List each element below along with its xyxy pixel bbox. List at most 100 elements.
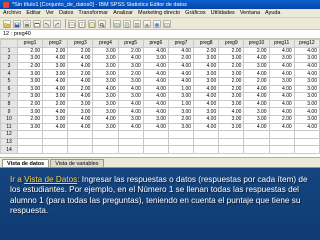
data-cell[interactable]: 2.00 bbox=[218, 76, 245, 86]
variables-button[interactable] bbox=[88, 19, 96, 28]
data-cell[interactable]: 4.00 bbox=[142, 92, 169, 101]
data-cell[interactable]: 4.00 bbox=[293, 122, 320, 132]
data-cell[interactable]: 3.00 bbox=[218, 122, 245, 132]
data-cell[interactable] bbox=[243, 130, 270, 139]
row-number[interactable]: 11 bbox=[0, 122, 18, 132]
data-cell[interactable]: 4.00 bbox=[42, 76, 69, 86]
data-cell[interactable]: 3.00 bbox=[117, 92, 144, 101]
data-cell[interactable] bbox=[42, 137, 69, 147]
data-cell[interactable]: 3.00 bbox=[218, 69, 245, 78]
undo-button[interactable] bbox=[43, 19, 51, 28]
data-cell[interactable]: 4.00 bbox=[117, 84, 144, 94]
data-cell[interactable]: 3.00 bbox=[117, 61, 144, 71]
data-cell[interactable]: 3.00 bbox=[42, 114, 69, 124]
data-cell[interactable]: 4.00 bbox=[268, 69, 295, 78]
column-header[interactable]: preg10 bbox=[243, 39, 270, 48]
data-cell[interactable]: 2.00 bbox=[218, 84, 245, 94]
row-number[interactable]: 2 bbox=[0, 54, 18, 63]
data-cell[interactable] bbox=[67, 145, 94, 154]
data-cell[interactable]: 4.00 bbox=[142, 122, 169, 132]
data-cell[interactable]: 4.00 bbox=[293, 61, 320, 71]
data-cell[interactable]: 2.00 bbox=[16, 99, 44, 109]
data-cell[interactable] bbox=[16, 145, 44, 154]
data-cell[interactable] bbox=[243, 137, 270, 147]
data-cell[interactable]: 3.00 bbox=[218, 92, 245, 101]
data-cell[interactable]: 4.00 bbox=[167, 61, 195, 71]
data-cell[interactable]: 2.00 bbox=[42, 46, 69, 56]
data-cell[interactable]: 4.00 bbox=[67, 76, 94, 86]
data-cell[interactable]: 3.00 bbox=[92, 46, 119, 56]
data-cell[interactable]: 4.00 bbox=[293, 46, 320, 56]
data-cell[interactable]: 3.00 bbox=[268, 54, 295, 63]
column-header[interactable]: preg2 bbox=[42, 39, 69, 48]
data-cell[interactable] bbox=[92, 137, 119, 147]
data-cell[interactable]: 2.00 bbox=[117, 46, 144, 56]
data-cell[interactable]: 3.00 bbox=[42, 69, 69, 78]
data-cell[interactable]: 4.00 bbox=[67, 61, 94, 71]
data-cell[interactable]: 4.00 bbox=[167, 46, 195, 56]
data-cell[interactable] bbox=[42, 145, 69, 154]
data-cell[interactable]: 4.00 bbox=[142, 61, 169, 71]
menu-item[interactable]: Ventana bbox=[240, 10, 260, 16]
data-cell[interactable]: 4.00 bbox=[42, 107, 69, 116]
redo-button[interactable] bbox=[53, 19, 61, 28]
data-cell[interactable]: 3.00 bbox=[42, 92, 69, 101]
data-cell[interactable]: 3.00 bbox=[193, 76, 220, 86]
data-cell[interactable] bbox=[193, 145, 220, 154]
data-cell[interactable]: 3.00 bbox=[193, 54, 220, 63]
data-cell[interactable]: 3.00 bbox=[167, 107, 195, 116]
column-header[interactable]: preg9 bbox=[218, 39, 245, 48]
data-cell[interactable]: 3.00 bbox=[293, 76, 320, 86]
row-number[interactable]: 10 bbox=[0, 114, 18, 124]
row-number[interactable]: 3 bbox=[0, 61, 18, 71]
data-cell[interactable]: 4.00 bbox=[268, 46, 295, 56]
data-cell[interactable] bbox=[142, 145, 169, 154]
data-cell[interactable]: 2.00 bbox=[16, 61, 44, 71]
menu-item[interactable]: Gráficos bbox=[185, 10, 205, 16]
data-cell[interactable]: 3.00 bbox=[243, 61, 270, 71]
data-cell[interactable]: 3.00 bbox=[92, 61, 119, 71]
data-cell[interactable]: 4.00 bbox=[67, 92, 94, 101]
data-cell[interactable]: 3.00 bbox=[16, 107, 44, 116]
save-button[interactable] bbox=[13, 19, 21, 28]
data-cell[interactable]: 4.00 bbox=[167, 76, 195, 86]
data-cell[interactable] bbox=[293, 137, 320, 147]
data-cell[interactable] bbox=[117, 130, 144, 139]
data-cell[interactable]: 3.00 bbox=[243, 114, 270, 124]
row-number[interactable]: 7 bbox=[0, 92, 18, 101]
data-cell[interactable]: 4.00 bbox=[243, 84, 270, 94]
data-cell[interactable]: 2.00 bbox=[268, 114, 295, 124]
data-cell[interactable]: 4.00 bbox=[42, 54, 69, 63]
data-cell[interactable]: 3.00 bbox=[67, 107, 94, 116]
data-cell[interactable]: 4.00 bbox=[268, 99, 295, 109]
data-cell[interactable]: 3.00 bbox=[67, 99, 94, 109]
data-cell[interactable] bbox=[67, 130, 94, 139]
row-number[interactable]: 14 bbox=[0, 145, 18, 154]
data-cell[interactable]: 3.00 bbox=[92, 76, 119, 86]
data-cell[interactable]: 4.00 bbox=[193, 99, 220, 109]
row-number[interactable]: 8 bbox=[0, 99, 18, 109]
data-cell[interactable]: 3.00 bbox=[92, 92, 119, 101]
row-number[interactable]: 9 bbox=[0, 107, 18, 116]
data-cell[interactable]: 4.00 bbox=[142, 107, 169, 116]
column-header[interactable]: preg5 bbox=[117, 39, 144, 48]
column-header[interactable]: preg1 bbox=[16, 39, 44, 48]
data-cell[interactable]: 4.00 bbox=[117, 122, 144, 132]
select-cases-button[interactable] bbox=[153, 19, 161, 28]
data-cell[interactable] bbox=[268, 137, 295, 147]
find-button[interactable] bbox=[98, 19, 106, 28]
data-cell[interactable]: 4.00 bbox=[92, 114, 119, 124]
insert-variable-button[interactable] bbox=[123, 19, 131, 28]
data-cell[interactable] bbox=[193, 137, 220, 147]
data-cell[interactable]: 4.00 bbox=[193, 114, 220, 124]
insert-case-button[interactable] bbox=[113, 19, 121, 28]
data-cell[interactable]: 1.00 bbox=[167, 84, 195, 94]
data-cell[interactable]: 3.00 bbox=[92, 99, 119, 109]
data-cell[interactable]: 4.00 bbox=[268, 122, 295, 132]
data-cell[interactable]: 3.00 bbox=[16, 84, 44, 94]
data-cell[interactable]: 4.00 bbox=[67, 114, 94, 124]
column-header[interactable]: preg8 bbox=[193, 39, 220, 48]
row-number[interactable]: 4 bbox=[0, 69, 18, 78]
data-cell[interactable]: 4.00 bbox=[243, 122, 270, 132]
data-cell[interactable]: 3.00 bbox=[293, 92, 320, 101]
